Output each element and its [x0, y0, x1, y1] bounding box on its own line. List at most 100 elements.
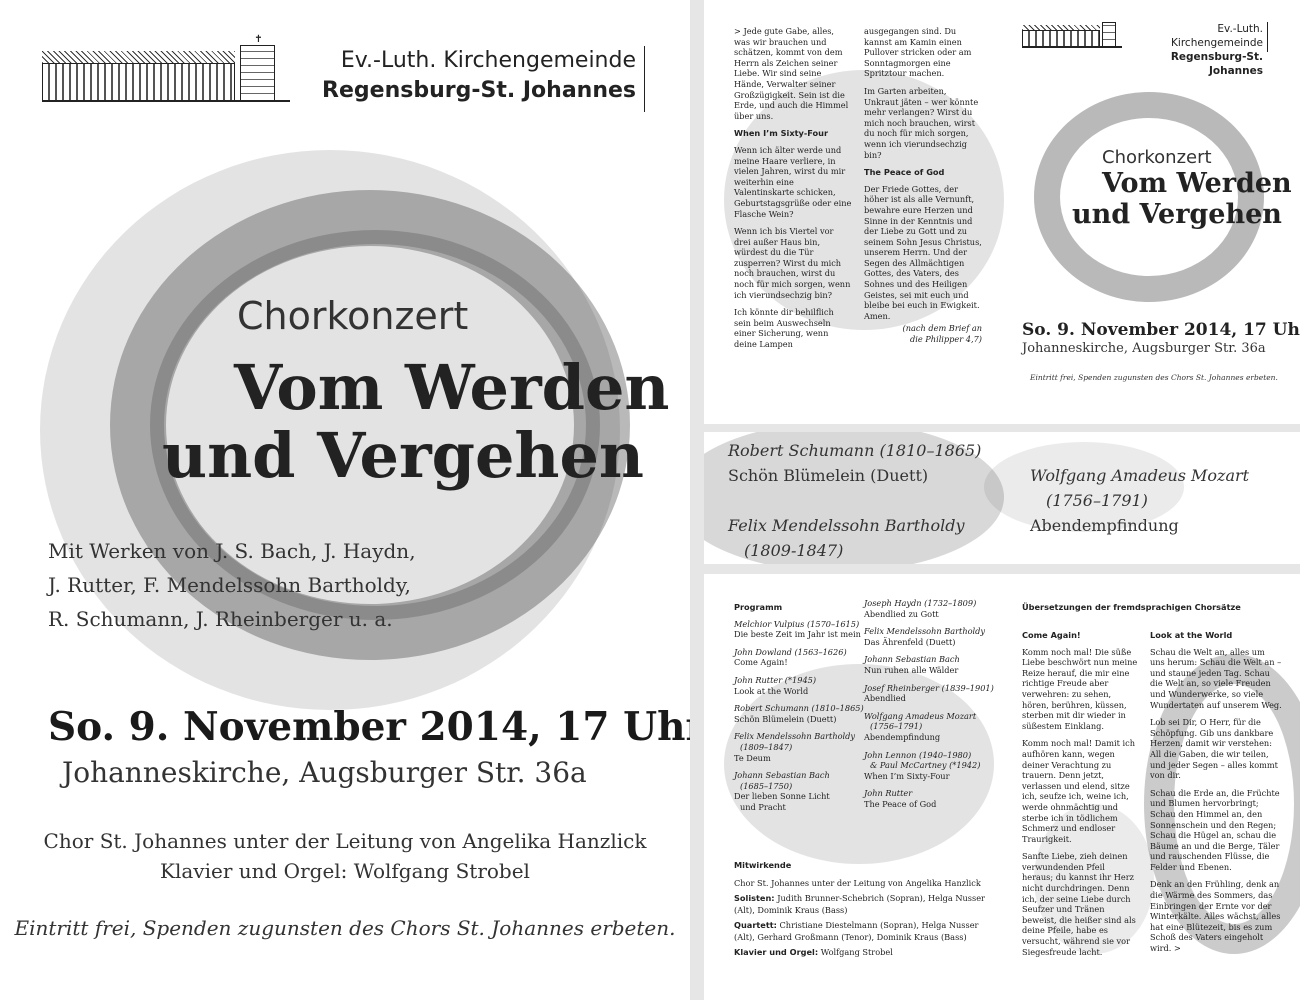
translation-paragraph: Denk an den Frühling, denk an die Wärme …	[1150, 879, 1281, 954]
composer-dates: (1685–1750)	[740, 780, 793, 791]
sixty-four-paragraph: Im Garten arbeiten, Unkraut jäten – wer …	[864, 85, 979, 160]
cover-title: Vom Werden und Vergehen	[1072, 168, 1292, 230]
sixty-four-paragraph: Ich könnte dir behilflich sein beim Ausw…	[734, 307, 834, 350]
program-entry: Felix Mendelssohn Bartholdy (1809–1847) Te…	[734, 731, 864, 763]
program-heading: Programm	[734, 602, 783, 612]
piano-label: Klavier und Orgel:	[734, 947, 819, 957]
peace-source: die Philipper 4,7)	[909, 334, 982, 345]
parish-name-line1: Ev.-Luth. Kirchengemeinde	[1171, 23, 1263, 49]
work-title: Abendempfindung	[1030, 516, 1179, 535]
parish-name-line1: Ev.-Luth. Kirchengemeinde	[340, 48, 636, 73]
work-title: Te Deum	[734, 752, 771, 763]
parish-name-line2: Regensburg-St. Johannes	[1170, 51, 1263, 77]
peace-source: (nach dem Brief an	[902, 323, 982, 334]
concert-subtitle: Chorkonzert	[237, 294, 469, 338]
mendelssohn-block: Felix Mendelssohn Bartholdy (1809-1847)	[728, 513, 964, 563]
translation-paragraph: Schau die Welt an, alles um uns herum: S…	[1150, 646, 1282, 710]
soloists-label: Solisten:	[734, 893, 775, 903]
parish-logo-text: Ev.-Luth. Kirchengemeinde Regensburg-St.…	[1126, 22, 1268, 77]
look-at-world-column: Look at the World Schau die Welt an, all…	[1150, 626, 1282, 961]
sixty-four-paragraph: Wenn ich älter werde und meine Haare ver…	[734, 144, 852, 219]
composer-dates: (1756–1791)	[1046, 491, 1148, 510]
composer-name: Robert Schumann (1810–1865)	[734, 703, 864, 714]
composer-name: Wolfgang Amadeus Mozart	[1030, 466, 1250, 485]
schumann-block: Robert Schumann (1810–1865) Schön Blümel…	[728, 438, 981, 488]
work-title: Die beste Zeit im Jahr ist mein	[734, 629, 861, 640]
work-title: Der lieben Sonne Licht	[734, 791, 830, 802]
piano-line: Klavier und Orgel: Wolfgang Strobel	[734, 947, 996, 959]
work-title: Schön Blümelein (Duett)	[728, 466, 929, 485]
translation-paragraph: Sanfte Liebe, zieh deinen verwundenden P…	[1022, 851, 1136, 957]
work-title: und Pracht	[740, 801, 786, 812]
program-entry: John Dowland (1563–1626) Come Again!	[734, 647, 864, 668]
back-column-left: > Jede gute Gabe, alles, was wir brauche…	[734, 26, 852, 357]
work-title: Come Again!	[734, 657, 788, 668]
composer-name: Joseph Haydn (1732–1809)	[864, 598, 977, 608]
choir-line: Chor St. Johannes unter der Leitung von …	[43, 829, 647, 853]
composer-name: Josef Rheinberger (1839–1901)	[864, 682, 994, 693]
composer-name: Robert Schumann (1810–1865)	[728, 441, 982, 460]
work-title: The Peace of God	[864, 798, 937, 809]
composer-name: John Dowland (1563–1626)	[734, 646, 847, 657]
peace-text: Der Friede Gottes, der höher ist als all…	[864, 183, 982, 321]
program-entry: Johann Sebastian Bach (1685–1750) Der lieb…	[734, 770, 864, 812]
performers-block: Mitwirkende Chor St. Johannes unter der …	[734, 856, 996, 966]
program-entry: John Lennon (1940–1980) & Paul McCartney …	[864, 750, 994, 782]
work-title: Schön Blümelein (Duett)	[734, 713, 837, 724]
work-title: Look at the World	[734, 685, 809, 696]
composer-dates: (1809-1847)	[744, 541, 844, 560]
program-column-1: Programm Melchior Vulpius (1570–1615) Die…	[734, 598, 864, 820]
mozart-block: Wolfgang Amadeus Mozart (1756–1791) Aben…	[1030, 463, 1249, 538]
program-entry: John Rutter (*1945) Look at the World	[734, 675, 864, 696]
choir-credits: Chor St. Johannes unter der Leitung von …	[0, 826, 690, 886]
performers-choir: Chor St. Johannes unter der Leitung von …	[734, 877, 981, 888]
composer-name: Wolfgang Amadeus Mozart	[864, 710, 977, 721]
back-column-right: ausgegangen sind. Du kannst am Kamin ein…	[864, 26, 982, 345]
work-title: Nun ruhen alle Wälder	[864, 664, 959, 675]
program-entry: Wolfgang Amadeus Mozart (1756–1791) Abende…	[864, 711, 994, 743]
concert-title: Vom Werden und Vergehen	[162, 354, 670, 490]
works-list: Mit Werken von J. S. Bach, J. Haydn, J. …	[48, 534, 416, 636]
look-heading: Look at the World	[1150, 630, 1233, 640]
poster-panel: ✝ Ev.-Luth. Kirchengemeinde Regensburg-S…	[0, 0, 690, 1000]
peace-heading: The Peace of God	[864, 167, 945, 178]
cover-title-line2: und Vergehen	[1072, 199, 1282, 230]
soloists-line: Solisten: Judith Brunner-Schebrich (Sopr…	[734, 893, 996, 916]
translation-paragraph: Komm noch mal! Damit ich aufhören kann, …	[1022, 738, 1135, 844]
composer-dates: (1809–1847)	[740, 741, 793, 752]
work-title: Abendlied	[864, 693, 906, 704]
translation-paragraph: Schau die Erde an, die Früchte und Blume…	[1150, 787, 1280, 872]
composer-name: Felix Mendelssohn Bartholdy	[728, 516, 965, 535]
translation-paragraph: Lob sei Dir, O Herr, für die Schöpfung. …	[1150, 717, 1278, 781]
organ-line: Klavier und Orgel: Wolfgang Strobel	[160, 859, 530, 883]
composer-name: Felix Mendelssohn Bartholdy	[734, 731, 856, 742]
composer-name: Melchior Vulpius (1570–1615)	[734, 618, 860, 629]
program-entry: Johann Sebastian Bach Nun ruhen alle Wäld…	[864, 654, 994, 675]
work-title: When I’m Sixty-Four	[864, 770, 950, 781]
performers-heading: Mitwirkende	[734, 860, 792, 870]
piano-name: Wolfgang Strobel	[820, 947, 893, 957]
composer-strip: Robert Schumann (1810–1865) Schön Blümel…	[704, 432, 1300, 564]
work-title: Das Ährenfeld (Duett)	[864, 636, 956, 647]
program-entry: Joseph Haydn (1732–1809) Abendlied zu Got…	[864, 598, 994, 619]
come-again-heading: Come Again!	[1022, 630, 1081, 640]
composer-dates: (1756–1791)	[870, 721, 923, 732]
composer-name: Felix Mendelssohn Bartholdy	[864, 626, 986, 637]
composer-name: John Rutter	[864, 788, 913, 799]
program-list: Joseph Haydn (1732–1809) Abendlied zu Got…	[864, 598, 994, 810]
cover-subtitle: Chorkonzert	[1102, 147, 1212, 168]
intro-paragraph: > Jede gute Gabe, alles, was wir brauche…	[734, 26, 849, 121]
title-line1: Vom Werden	[234, 351, 670, 424]
church-building-icon	[1022, 20, 1122, 48]
translation-paragraph: Komm noch mal! Die süße Liebe beschwört …	[1022, 646, 1138, 731]
composer-dates: & Paul McCartney (*1942)	[870, 760, 981, 771]
sixty-four-paragraph: Wenn ich bis Viertel vor drei außer Haus…	[734, 226, 851, 300]
composer-name: John Lennon (1940–1980)	[864, 749, 972, 760]
cover-entry-note: Eintritt frei, Spenden zugunsten des Cho…	[1030, 373, 1278, 382]
quartet-line: Quartett: Christiane Diestelmann (Sopran…	[734, 920, 996, 943]
cover-date: So. 9. November 2014, 17 Uhr	[1022, 320, 1300, 340]
program-entry: Felix Mendelssohn Bartholdy Das Ährenfeld…	[864, 626, 994, 647]
title-line2: und Vergehen	[162, 419, 645, 492]
parish-name-line2: Regensburg-St. Johannes	[322, 78, 636, 103]
translations-heading: Übersetzungen der fremdsprachigen Chorsä…	[1022, 602, 1241, 612]
